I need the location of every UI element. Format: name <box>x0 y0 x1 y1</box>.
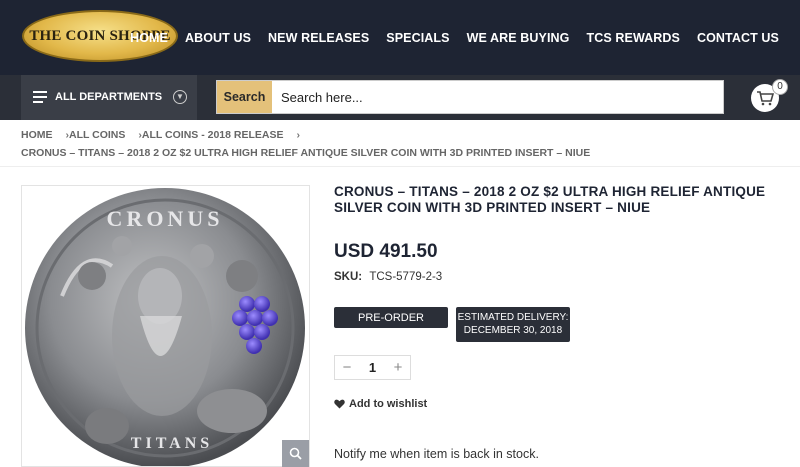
breadcrumb-separator: › <box>296 129 301 141</box>
breadcrumb: HOME ›ALL COINS ›ALL COINS - 2018 RELEASE ›… <box>21 129 590 159</box>
add-to-wishlist-link[interactable]: Add to wishlist <box>334 398 427 410</box>
menu-icon <box>33 91 47 103</box>
heart-icon <box>334 399 345 409</box>
product-price: USD 491.50 <box>334 241 438 262</box>
quantity-value[interactable]: 1 <box>359 360 386 375</box>
breadcrumb-home[interactable]: HOME <box>21 129 53 141</box>
sku-value: TCS-5779-2-3 <box>369 271 443 283</box>
nav-specials[interactable]: SPECIALS <box>386 31 449 45</box>
search-box: Search <box>216 80 724 114</box>
chevron-down-icon: ▼ <box>173 90 187 104</box>
cart-icon <box>757 91 774 106</box>
search-input[interactable] <box>272 81 723 113</box>
increase-quantity-button[interactable]: + <box>386 359 410 376</box>
product-sku: SKU: TCS-5779-2-3 <box>334 271 442 283</box>
nav-we-are-buying[interactable]: WE ARE BUYING <box>467 31 570 45</box>
wishlist-label: Add to wishlist <box>349 398 428 410</box>
product-image[interactable]: CRONUS TITANS <box>21 185 310 467</box>
nav-new-releases[interactable]: NEW RELEASES <box>268 31 369 45</box>
back-in-stock-notice: Notify me when item is back in stock. <box>334 447 539 461</box>
estimated-delivery-badge: ESTIMATED DELIVERY: DECEMBER 30, 2018 <box>456 307 570 342</box>
search-button[interactable]: Search <box>217 81 272 113</box>
breadcrumb-all-coins[interactable]: ALL COINS <box>69 129 125 141</box>
decrease-quantity-button[interactable]: − <box>335 359 359 376</box>
nav-contact-us[interactable]: CONTACT US <box>697 31 779 45</box>
delivery-date: DECEMBER 30, 2018 <box>463 325 563 336</box>
magnifier-icon <box>289 447 302 460</box>
coin-image: CRONUS TITANS <box>25 188 305 466</box>
cart-count-badge: 0 <box>772 79 788 95</box>
sku-label: SKU: <box>334 271 363 283</box>
zoom-button[interactable] <box>282 440 309 467</box>
preorder-badge: PRE-ORDER <box>334 307 448 328</box>
nav-tcs-rewards[interactable]: TCS REWARDS <box>587 31 680 45</box>
quantity-stepper: − 1 + <box>334 355 411 380</box>
nav-home[interactable]: HOME <box>130 31 168 45</box>
departments-label: ALL DEPARTMENTS <box>55 91 163 103</box>
top-header: THE COIN SHOPPE HOME ABOUT US NEW RELEAS… <box>0 0 800 75</box>
coin-inscription-bottom: TITANS <box>131 435 213 452</box>
all-departments-button[interactable]: ALL DEPARTMENTS ▼ <box>21 75 197 120</box>
nav-about-us[interactable]: ABOUT US <box>185 31 251 45</box>
breadcrumb-2018-release[interactable]: ALL COINS - 2018 RELEASE <box>142 129 284 141</box>
main-nav: HOME ABOUT US NEW RELEASES SPECIALS WE A… <box>113 0 779 75</box>
coin-inscription-top: CRONUS <box>107 206 224 231</box>
product-title: CRONUS – TITANS – 2018 2 OZ $2 ULTRA HIG… <box>334 184 766 215</box>
breadcrumb-current: CRONUS – TITANS – 2018 2 OZ $2 ULTRA HIG… <box>21 147 591 159</box>
divider <box>0 166 800 167</box>
delivery-label: ESTIMATED DELIVERY: <box>457 312 569 323</box>
